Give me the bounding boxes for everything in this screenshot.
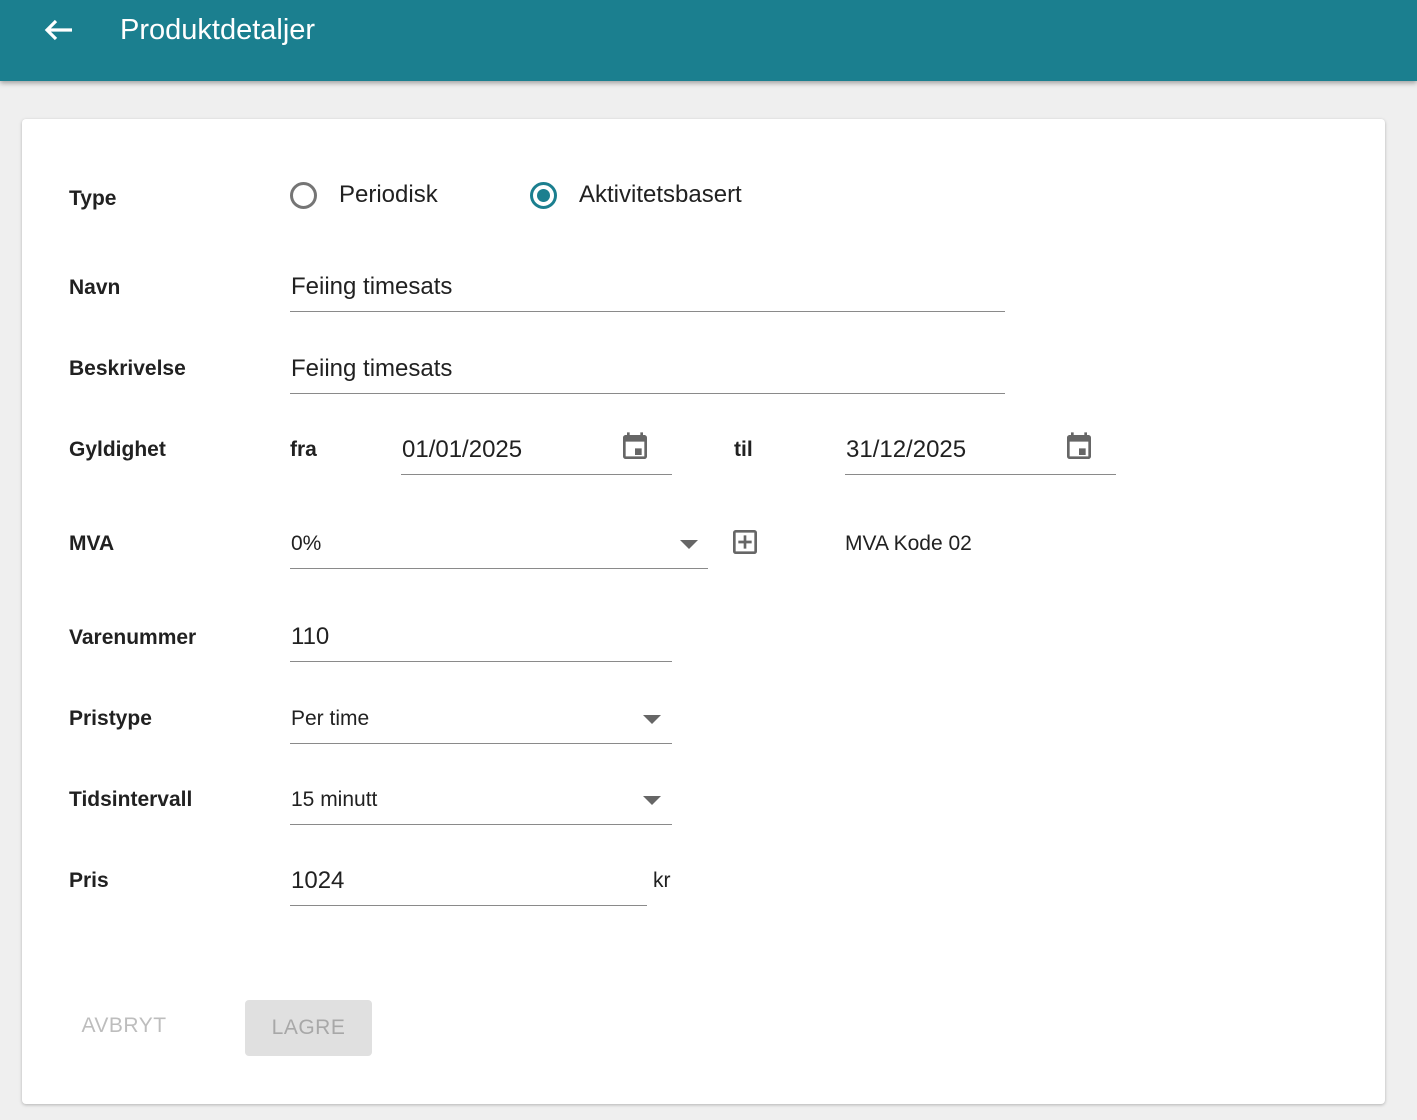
time-interval-value: 15 minutt [291, 788, 378, 811]
validity-from-label: fra [290, 438, 317, 461]
calendar-icon[interactable] [1063, 430, 1095, 464]
price-type-select[interactable]: Per time [290, 690, 672, 744]
chevron-down-icon [680, 540, 698, 549]
radio-aktivitetsbasert[interactable]: Aktivitetsbasert [530, 181, 742, 209]
description-value: Feiing timesats [291, 355, 453, 382]
item-number-label: Varenummer [69, 626, 197, 649]
time-interval-select[interactable]: 15 minutt [290, 771, 672, 825]
back-button[interactable] [36, 10, 80, 50]
price-label: Pris [69, 869, 109, 892]
item-number-value: 110 [291, 623, 330, 650]
radio-circle-checked[interactable] [530, 181, 557, 209]
chevron-down-icon [643, 796, 661, 805]
price-type-label: Pristype [69, 707, 152, 730]
add-box-icon[interactable] [729, 526, 761, 558]
type-label: Type [69, 187, 117, 210]
cancel-button[interactable]: AVBRYT [59, 998, 189, 1054]
description-input[interactable]: Feiing timesats [290, 340, 1005, 394]
chevron-down-icon [643, 715, 661, 724]
price-type-value: Per time [291, 707, 370, 730]
page-title: Produktdetaljer [120, 14, 316, 46]
arrow-left-icon [44, 19, 72, 41]
name-input[interactable]: Feiing timesats [290, 259, 1005, 312]
radio-circle-unchecked[interactable] [290, 181, 317, 209]
radio-aktivitetsbasert-label: Aktivitetsbasert [579, 181, 742, 208]
price-input[interactable]: 1024 [290, 852, 647, 906]
time-interval-label: Tidsintervall [69, 788, 193, 811]
price-unit: kr [653, 869, 671, 892]
validity-label: Gyldighet [69, 438, 166, 461]
validity-to-value: 31/12/2025 [846, 436, 967, 463]
vat-value: 0% [291, 532, 322, 555]
app-bar: Produktdetaljer [0, 0, 1417, 81]
item-number-input[interactable]: 110 [290, 608, 672, 662]
price-value: 1024 [291, 867, 345, 894]
product-form-card: Type Periodisk Aktivitetsbasert Navn Fei… [22, 119, 1385, 1104]
description-label: Beskrivelse [69, 357, 186, 380]
validity-from-value: 01/01/2025 [402, 436, 523, 463]
vat-label: MVA [69, 532, 115, 555]
save-button[interactable]: LAGRE [245, 1000, 372, 1056]
radio-periodisk[interactable]: Periodisk [290, 181, 438, 209]
vat-code-text: MVA Kode 02 [845, 532, 972, 555]
name-label: Navn [69, 276, 121, 299]
validity-to-label: til [734, 438, 753, 461]
vat-select[interactable]: 0% [290, 515, 708, 569]
calendar-icon[interactable] [619, 430, 651, 464]
radio-periodisk-label: Periodisk [339, 181, 438, 208]
name-value: Feiing timesats [291, 273, 453, 300]
